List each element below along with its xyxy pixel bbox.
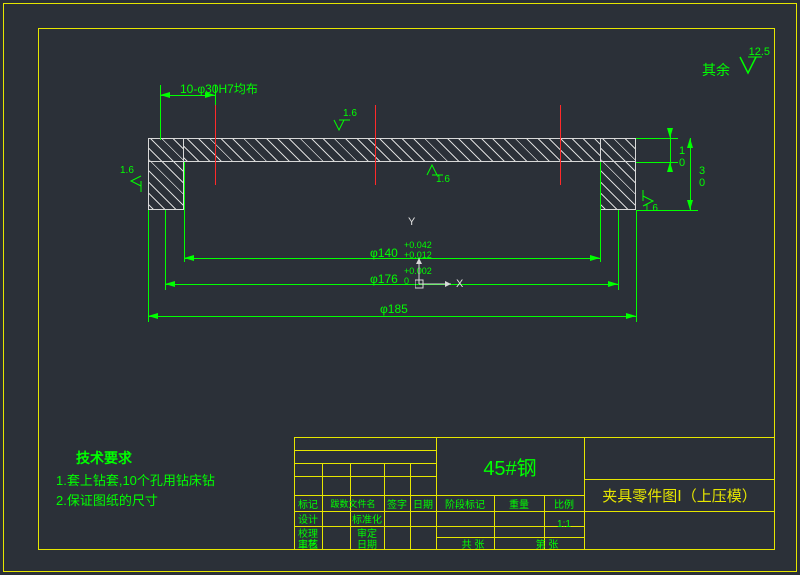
arrow-icon [667, 162, 673, 172]
hatch-right [601, 139, 635, 209]
arrow-icon [160, 92, 170, 98]
sf-value-b: 1.6 [436, 174, 450, 185]
hatch-top [183, 139, 601, 161]
notes-heading: 技术要求 [76, 448, 132, 468]
sf-value-a: 1.6 [343, 108, 357, 119]
ucs-y-label: Y [408, 216, 415, 228]
tb-mark: 标记 [294, 495, 322, 511]
dim-line-185 [148, 316, 636, 317]
ext-line [165, 210, 166, 290]
dim-10: 10 [676, 145, 688, 169]
dim-d140-tol-u: +0.042 [404, 240, 432, 250]
arrow-icon [590, 255, 600, 261]
tb-scale-value: 1:1 [544, 511, 584, 537]
surface-finish-icon [131, 174, 143, 188]
tb-scale-label: 比例 [544, 495, 584, 511]
arrow-icon [148, 313, 158, 319]
dim-d140: φ140 [370, 246, 398, 260]
tb-date2: 日期 [350, 537, 384, 550]
centerline-1 [215, 105, 216, 185]
sf-value-c: 1.6 [120, 165, 134, 176]
dim-d176: φ176 [370, 272, 398, 286]
arrow-icon [608, 281, 618, 287]
arrow-icon [667, 128, 673, 138]
tb-date: 日期 [410, 495, 436, 511]
default-surface-finish-value: 12.5 [749, 46, 770, 58]
title-block: 45#钢 夹具零件图Ⅰ（上压模） 标记 跋数文件名 签字 日期 设计 标准化 校… [294, 437, 775, 550]
ext-line [636, 210, 637, 322]
hatch-left [149, 139, 183, 209]
ext-line [636, 138, 678, 139]
arrow-icon [687, 200, 693, 210]
sf-value-d: 1.6 [644, 203, 658, 214]
ext-line [600, 162, 601, 262]
arrow-icon [687, 138, 693, 148]
part-name: 夹具零件图Ⅰ（上压模） [584, 479, 775, 511]
ucs-x-label: X [456, 278, 463, 290]
dim-d185: φ185 [380, 302, 408, 316]
surface-finish-icon [736, 55, 760, 75]
ext-line [636, 210, 698, 211]
tb-process: 工艺 [294, 537, 322, 550]
notes-item2: 2.保证图纸的尺寸 [56, 490, 158, 509]
arrow-icon [165, 281, 175, 287]
default-surface-finish-label: 其余 [702, 60, 730, 80]
dim-30: 30 [696, 165, 708, 189]
ucs-icon [415, 258, 455, 298]
centerline-3 [560, 105, 561, 185]
surface-finish-icon [332, 118, 346, 130]
arrow-icon [626, 313, 636, 319]
ext-line [148, 210, 149, 322]
ext-line [184, 162, 185, 262]
material: 45#钢 [436, 437, 584, 495]
ext-line [618, 210, 619, 290]
dim-d176-tol-l: 0 [404, 276, 409, 286]
tb-sheet: 第 张 [510, 537, 584, 550]
centerline-2 [375, 105, 376, 185]
hole-note: 10-φ30H7均布 [180, 80, 258, 97]
arrow-icon [184, 255, 194, 261]
cad-canvas: 其余 12.5 10-φ30H7均布 1.6 1.6 1.6 1.6 10 [0, 0, 800, 575]
notes-item1: 1.套上钻套,10个孔用钻床钻 [56, 470, 215, 489]
tb-weight: 重量 [494, 495, 544, 511]
tb-changes: 跋数文件名 [322, 495, 384, 511]
tb-total: 共 张 [436, 537, 510, 550]
tb-stage: 阶段标记 [436, 495, 494, 511]
tb-sign: 签字 [384, 495, 410, 511]
